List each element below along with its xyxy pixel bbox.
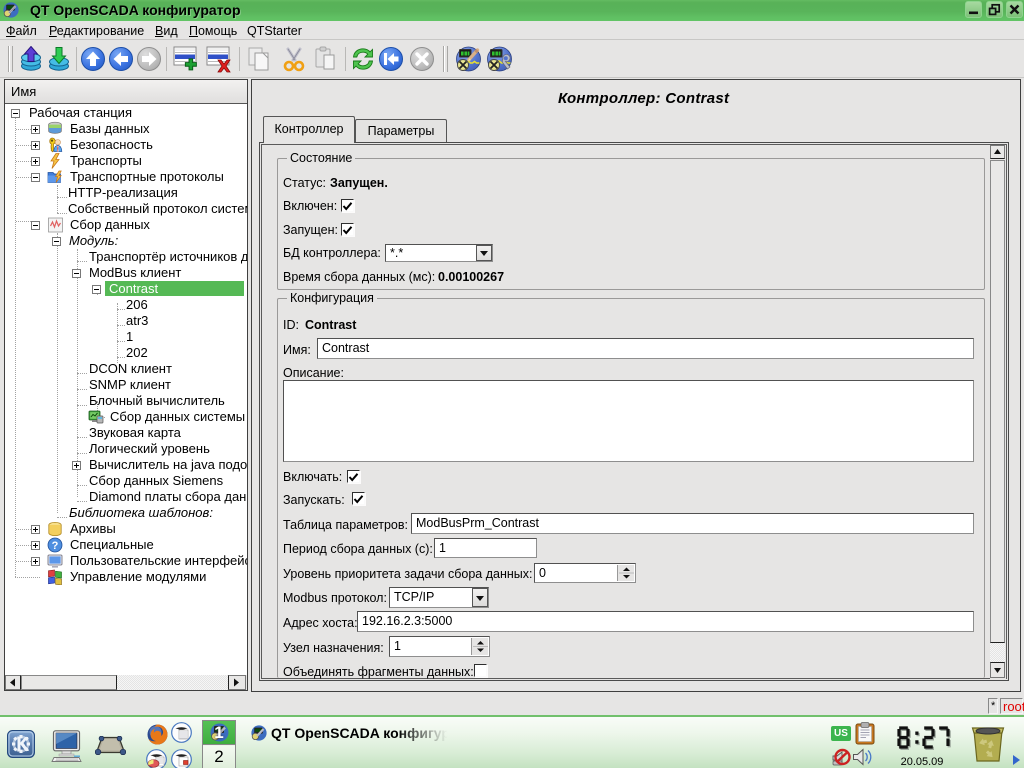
svg-text:?: ? xyxy=(52,540,59,552)
